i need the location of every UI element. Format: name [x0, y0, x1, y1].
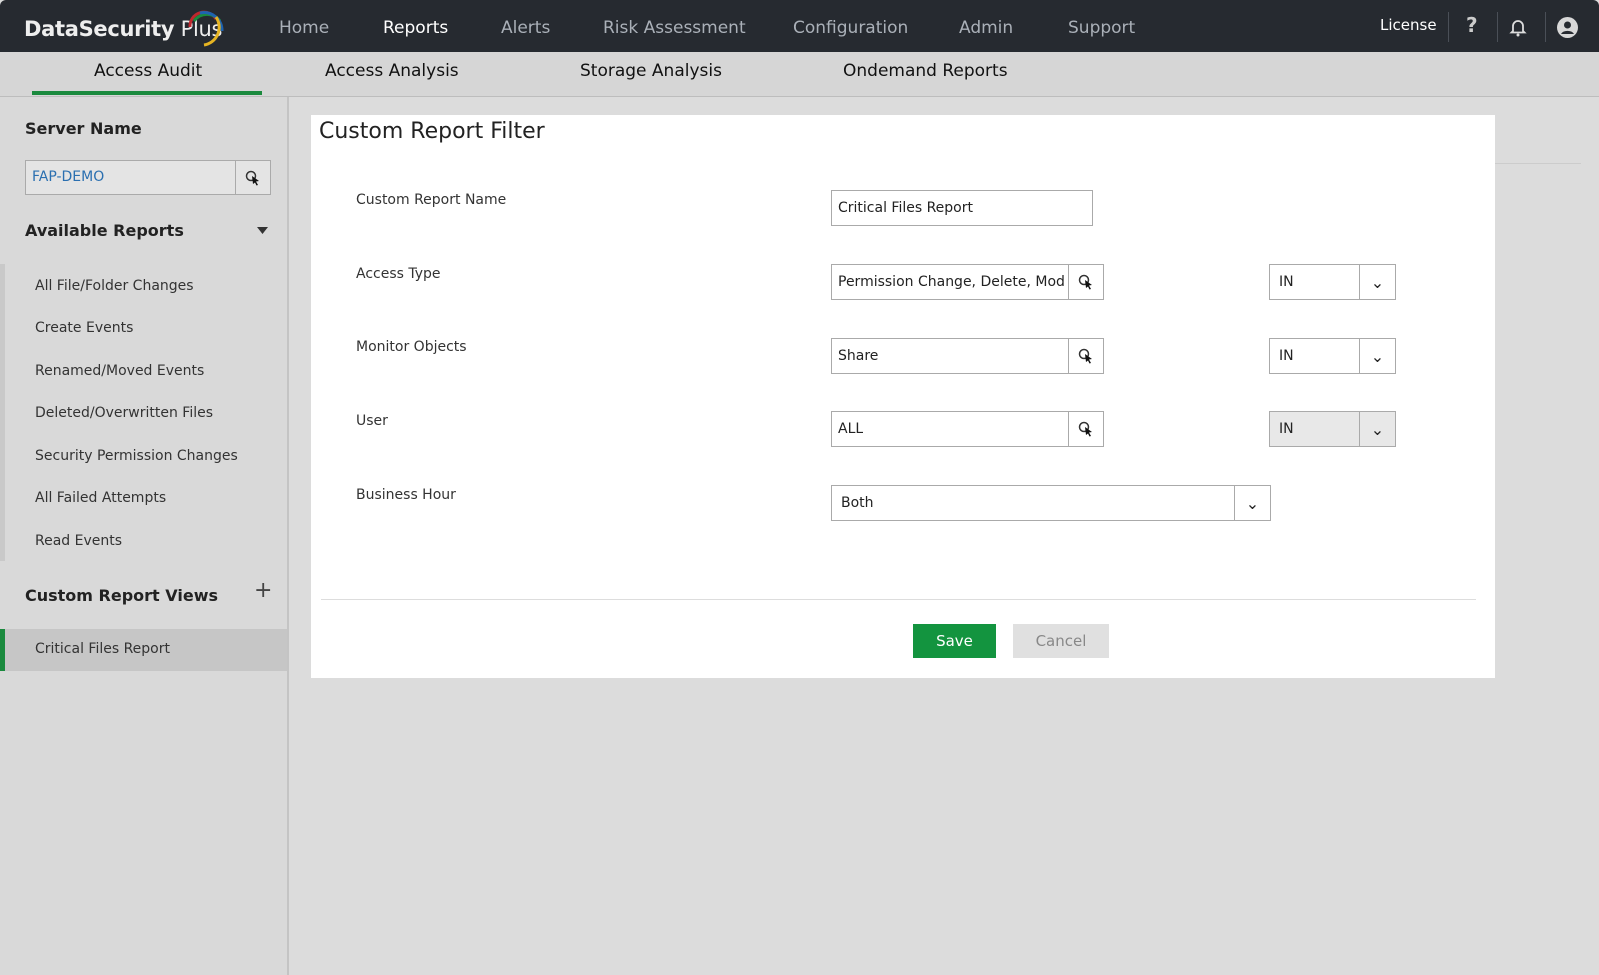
select-pointer-icon — [1078, 421, 1092, 437]
tab-storage-analysis[interactable]: Storage Analysis — [580, 61, 722, 81]
business-hour-select[interactable]: Both ⌄ — [831, 485, 1271, 521]
divider — [1497, 12, 1498, 42]
page-title: Custom Report Filter — [319, 119, 545, 144]
select-pointer-icon — [1078, 274, 1092, 290]
sidebar: Server Name FAP-DEMO Available Reports A… — [0, 97, 289, 975]
nav-support[interactable]: Support — [1068, 18, 1135, 38]
server-name-field[interactable]: FAP-DEMO — [25, 160, 271, 195]
custom-view-item-active[interactable]: Critical Files Report — [0, 629, 287, 671]
report-item[interactable]: Renamed/Moved Events — [35, 363, 204, 379]
report-name-input[interactable]: Critical Files Report — [831, 190, 1093, 226]
chevron-down-icon: ⌄ — [1359, 412, 1395, 446]
nav-configuration[interactable]: Configuration — [793, 18, 908, 38]
help-icon[interactable]: ? — [1466, 13, 1478, 37]
user-label: User — [356, 413, 388, 429]
access-type-label: Access Type — [356, 266, 441, 282]
top-bar: DataSecurity Plus Home Reports Alerts Ri… — [0, 0, 1599, 52]
custom-view-label: Critical Files Report — [35, 641, 170, 657]
user-value: ALL — [838, 421, 864, 437]
user-avatar-icon[interactable] — [1557, 17, 1578, 38]
nav-reports[interactable]: Reports — [383, 18, 448, 38]
nav-home[interactable]: Home — [279, 18, 329, 38]
chevron-down-icon: ⌄ — [1359, 339, 1395, 373]
operator-value: IN — [1279, 274, 1294, 290]
tab-access-analysis[interactable]: Access Analysis — [325, 61, 459, 81]
add-custom-view-button[interactable]: + — [254, 578, 272, 603]
tab-ondemand-reports[interactable]: Ondemand Reports — [843, 61, 1008, 81]
logo-arc-icon — [188, 10, 224, 47]
active-tab-indicator — [32, 91, 262, 95]
access-type-operator-select[interactable]: IN ⌄ — [1269, 264, 1396, 300]
monitor-objects-operator-select[interactable]: IN ⌄ — [1269, 338, 1396, 374]
footer-divider — [321, 599, 1476, 600]
report-item[interactable]: Security Permission Changes — [35, 448, 238, 464]
monitor-objects-input[interactable]: Share — [831, 338, 1104, 374]
user-input[interactable]: ALL — [831, 411, 1104, 447]
nav-admin[interactable]: Admin — [959, 18, 1013, 38]
user-operator-select[interactable]: IN ⌄ — [1269, 411, 1396, 447]
access-type-input[interactable]: Permission Change, Delete, Mod — [831, 264, 1104, 300]
caret-down-icon[interactable] — [257, 227, 268, 234]
brand-name: DataSecurity — [24, 17, 175, 41]
server-picker-button[interactable] — [235, 161, 270, 194]
tab-access-audit[interactable]: Access Audit — [94, 61, 202, 81]
chevron-down-icon: ⌄ — [1234, 486, 1270, 520]
monitor-objects-picker-button[interactable] — [1068, 339, 1103, 373]
nav-alerts[interactable]: Alerts — [501, 18, 550, 38]
operator-value: IN — [1279, 421, 1294, 437]
sub-nav: Access Audit Access Analysis Storage Ana… — [0, 52, 1599, 97]
custom-report-views-heading: Custom Report Views — [25, 586, 219, 605]
chevron-down-icon: ⌄ — [1359, 265, 1395, 299]
select-pointer-icon — [1078, 348, 1092, 364]
bell-icon[interactable] — [1509, 17, 1527, 37]
server-name-heading: Server Name — [25, 119, 142, 138]
license-link[interactable]: License — [1380, 16, 1437, 34]
report-item[interactable]: Deleted/Overwritten Files — [35, 405, 213, 421]
report-item[interactable]: All File/Folder Changes — [35, 278, 194, 294]
access-type-picker-button[interactable] — [1068, 265, 1103, 299]
monitor-objects-value: Share — [838, 348, 879, 364]
nav-risk-assessment[interactable]: Risk Assessment — [603, 18, 746, 38]
divider — [1545, 12, 1546, 42]
business-hour-label: Business Hour — [356, 487, 456, 503]
available-reports-heading[interactable]: Available Reports — [25, 221, 184, 240]
user-picker-button[interactable] — [1068, 412, 1103, 446]
business-hour-value: Both — [841, 495, 874, 511]
save-button[interactable]: Save — [913, 624, 996, 658]
access-type-value: Permission Change, Delete, Mod — [838, 274, 1065, 290]
monitor-objects-label: Monitor Objects — [356, 339, 467, 355]
divider — [1448, 12, 1449, 42]
report-name-value: Critical Files Report — [838, 200, 973, 216]
cancel-button[interactable]: Cancel — [1013, 624, 1109, 658]
report-item[interactable]: All Failed Attempts — [35, 490, 166, 506]
select-pointer-icon — [245, 170, 259, 185]
reports-scrollbar[interactable] — [0, 264, 5, 561]
report-item[interactable]: Read Events — [35, 533, 122, 549]
report-item[interactable]: Create Events — [35, 320, 133, 336]
server-name-value: FAP-DEMO — [32, 169, 105, 185]
custom-report-filter-panel: Custom Report Filter Custom Report Name … — [311, 115, 1495, 678]
report-name-label: Custom Report Name — [356, 192, 507, 208]
operator-value: IN — [1279, 348, 1294, 364]
